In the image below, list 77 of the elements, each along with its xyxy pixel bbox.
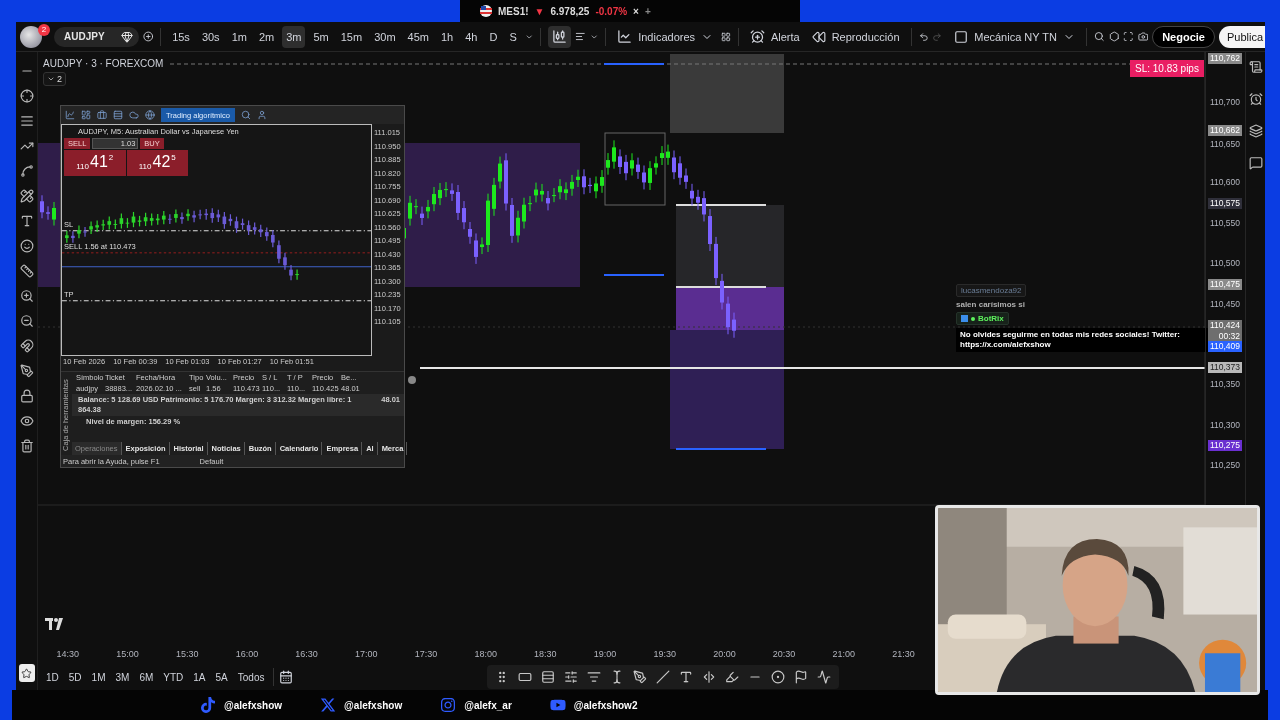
alert-button[interactable]: Alerta <box>745 25 804 48</box>
price-label: 110,250 <box>1208 460 1241 471</box>
interval-button[interactable]: 15s <box>168 25 194 48</box>
layout-button[interactable]: Mecánica NY TN <box>950 25 1079 48</box>
social-handle[interactable]: @alefxshow <box>224 699 283 711</box>
ticker-change: -0.07% <box>595 5 628 17</box>
price-tag: 110,373 <box>1207 362 1242 373</box>
price-label: 110,350 <box>1208 379 1241 390</box>
time-label: 14:30 <box>55 649 81 659</box>
price-tag: 110,762 <box>1207 53 1242 64</box>
social-handle[interactable]: @alefx_ar <box>464 699 512 711</box>
interval-button[interactable]: 30m <box>370 25 400 48</box>
ticker-symbol[interactable]: MES1! <box>498 5 529 17</box>
price-tag: 110,662 <box>1207 125 1242 136</box>
social-handle[interactable]: @alefxshow <box>344 699 403 711</box>
price-label: 110,600 <box>1208 177 1241 188</box>
range-button[interactable]: 1D <box>42 667 63 687</box>
interval-button[interactable]: S <box>505 25 521 48</box>
time-label: 21:30 <box>891 649 916 659</box>
price-label: 110,650 <box>1208 139 1241 150</box>
price-label: 110,300 <box>1208 420 1241 431</box>
time-label: 18:00 <box>473 649 498 659</box>
time-label: 15:30 <box>174 649 200 659</box>
interval-button[interactable]: 30s <box>197 25 224 48</box>
interval-button[interactable]: 3m <box>282 25 306 48</box>
time-label: 20:30 <box>771 649 797 659</box>
price-tag: 110,275 <box>1207 440 1242 451</box>
price-label: 110,550 <box>1208 218 1241 229</box>
interval-button[interactable]: 15m <box>336 25 367 48</box>
interval-button[interactable]: 2m <box>254 25 279 48</box>
price-tag: 110,575 <box>1207 198 1242 209</box>
trade-button[interactable]: Negocie <box>1152 25 1215 48</box>
time-label: 15:00 <box>115 649 140 659</box>
time-label: 17:00 <box>354 649 379 659</box>
interval-button[interactable]: 1m <box>227 25 251 48</box>
time-label: 19:30 <box>652 649 677 659</box>
symbol-search[interactable]: AUDJPY <box>54 26 139 47</box>
range-button[interactable]: 1M <box>87 667 110 687</box>
price-tag: 110,475 <box>1207 279 1242 290</box>
time-label: 19:00 <box>592 649 618 659</box>
interval-button[interactable]: 45m <box>403 25 433 48</box>
range-button[interactable]: YTD <box>159 667 188 687</box>
stop-loss-badge: SL: 10.83 pips <box>1130 60 1204 77</box>
time-label: 17:30 <box>413 649 439 659</box>
price-label: 110,450 <box>1208 299 1241 310</box>
time-label: 16:30 <box>294 649 319 659</box>
range-button[interactable]: 3M <box>111 667 134 687</box>
notification-badge: 2 <box>38 23 50 36</box>
bot-badge: BotRix <box>956 312 1009 325</box>
time-label: 20:00 <box>712 649 737 659</box>
interval-button[interactable]: 5m <box>309 25 333 48</box>
price-tag: 110,409 <box>1207 341 1242 352</box>
interval-button[interactable]: 1h <box>436 25 458 48</box>
add-tab[interactable]: + <box>644 5 651 17</box>
time-label: 18:30 <box>533 649 558 659</box>
price-tag: 110,424 00:32 <box>1207 320 1242 342</box>
close-tab[interactable]: × <box>633 5 639 17</box>
interval-button[interactable]: D <box>485 25 502 48</box>
time-label: 21:00 <box>831 649 857 659</box>
range-button[interactable]: 5A <box>211 667 232 687</box>
price-label: 110,500 <box>1208 258 1241 269</box>
replay-button[interactable]: Reproducción <box>807 25 904 48</box>
time-label: 16:00 <box>234 649 260 659</box>
chat-message: salen carísimos si <box>956 300 1025 309</box>
collapse-button[interactable]: 2 <box>43 72 66 86</box>
down-arrow: ▼ <box>534 5 545 17</box>
ticker-price: 6.978,25 <box>550 5 590 17</box>
price-label: 110,700 <box>1208 97 1241 108</box>
range-button[interactable]: 6M <box>135 667 158 687</box>
chat-username: lucasmendoza92 <box>956 284 1027 297</box>
indicators-button[interactable]: Indicadores <box>613 25 718 48</box>
range-button[interactable]: 1A <box>189 667 210 687</box>
range-button[interactable]: 5D <box>64 667 86 687</box>
publish-button[interactable]: Publica <box>1218 25 1265 48</box>
social-handle[interactable]: @alefxshow2 <box>573 699 638 711</box>
range-button[interactable]: Todos <box>233 667 269 687</box>
interval-button[interactable]: 4h <box>461 25 482 48</box>
